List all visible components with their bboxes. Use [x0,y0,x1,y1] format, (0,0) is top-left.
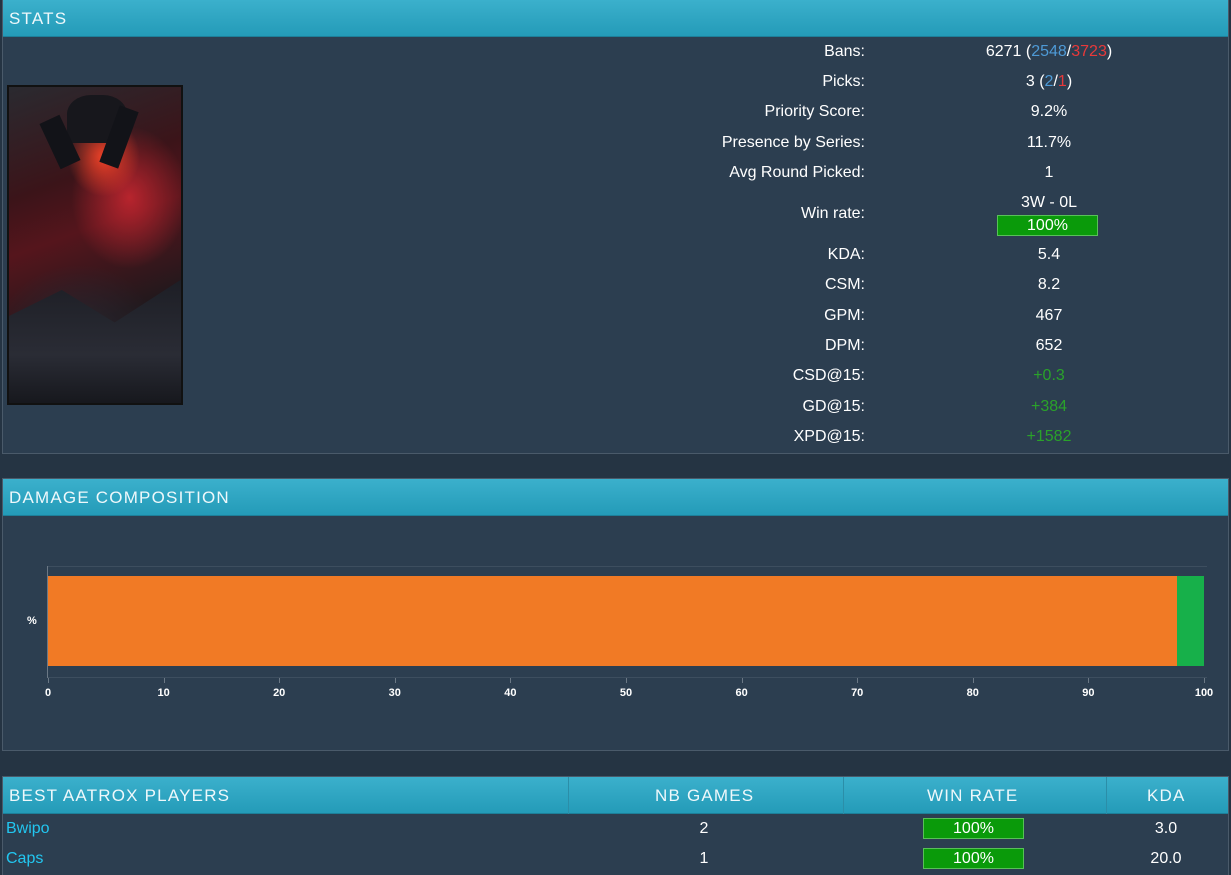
dpm-label: DPM: [825,337,865,354]
x-tick-label: 70 [851,687,864,699]
bans-red: 3723 [1071,43,1107,60]
x-tick-mark [972,678,974,683]
x-tick-mark [857,678,859,683]
col-nb-games[interactable]: NB GAMES [655,777,754,814]
x-tick-label: 100 [1194,687,1214,699]
stat-row-avg-round: Avg Round Picked: 1 [3,160,1230,186]
players-header: BEST AATROX PLAYERS NB GAMES WIN RATE KD… [3,777,1228,814]
player-winrate-bar: 100% [923,818,1024,839]
picks-red: 1 [1057,73,1067,90]
x-tick-mark [626,678,627,683]
x-tick-label: 90 [1082,687,1095,699]
stats-panel: STATS Bans: 6271 (2548/3723) Picks: 3 (2… [2,0,1229,454]
gd15-label: GD@15: [802,398,865,415]
x-tick-label: 80 [966,687,979,699]
csd15-value: +0.3 [1033,367,1065,384]
stat-row-gpm: GPM: 467 [3,303,1230,329]
stat-row-picks: Picks: 3 (2/1) [3,69,1230,95]
bans-label: Bans: [824,43,865,60]
kda-value: 5.4 [1037,246,1061,263]
stat-row-presence: Presence by Series: 11.7% [3,130,1230,156]
y-axis-line [47,566,48,678]
damage-bar-segment-2 [1177,576,1204,666]
x-tick-mark [394,678,396,683]
xpd15-value: +1582 [1026,428,1072,445]
xpd15-label: XPD@15: [793,428,865,445]
col-win-rate[interactable]: WIN RATE [927,777,1018,814]
stat-row-csd15: CSD@15: +0.3 [3,363,1230,389]
presence-label: Presence by Series: [721,134,865,151]
x-tick-label: 30 [388,687,401,699]
x-tick-mark [163,678,165,683]
x-tick-label: 20 [273,687,286,699]
header-divider [843,777,844,814]
x-tick-label: 10 [157,687,170,699]
winrate-record: 3W - 0L [1020,194,1077,211]
picks-label: Picks: [822,73,865,90]
gpm-value: 467 [1035,307,1063,324]
stat-row-priority: Priority Score: 9.2% [3,99,1230,125]
x-tick-mark [510,678,512,683]
kda-label: KDA: [827,246,865,263]
x-tick-mark [1204,678,1205,683]
x-tick-label: 0 [44,687,52,699]
stat-row-csm: CSM: 8.2 [3,272,1230,298]
table-row: Caps 1 100% 20.0 [3,844,1230,874]
x-tick-label: 60 [735,687,748,699]
damage-composition-panel: DAMAGE COMPOSITION % 0 10 20 30 40 50 60 70 80 90… [2,478,1229,751]
bans-value: 6271 (2548/3723) [985,43,1113,60]
x-tick-mark [1088,678,1090,683]
bans-total: 6271 [985,43,1022,60]
picks-blue: 2 [1044,73,1054,90]
gd15-value: +384 [1030,398,1068,415]
csd15-label: CSD@15: [792,367,865,384]
player-link-caps[interactable]: Caps [6,850,43,868]
x-tick-label: 50 [619,687,633,699]
player-kda: 20.0 [1150,850,1182,867]
best-players-panel: BEST AATROX PLAYERS NB GAMES WIN RATE KD… [2,776,1229,875]
csm-label: CSM: [825,276,865,293]
priority-value: 9.2% [1030,103,1068,120]
x-tick-mark [741,678,743,683]
player-kda: 3.0 [1154,820,1178,837]
col-kda[interactable]: KDA [1147,777,1186,814]
picks-total: 3 [1025,73,1035,90]
player-winrate-bar: 100% [923,848,1024,869]
csm-value: 8.2 [1037,276,1061,293]
header-divider [1106,777,1107,814]
stat-row-kda: KDA: 5.4 [3,242,1230,268]
stat-row-gd15: GD@15: +384 [3,394,1230,420]
player-link-bwipo[interactable]: Bwipo [6,820,50,838]
priority-label: Priority Score: [764,103,865,120]
stat-row-dpm: DPM: 652 [3,333,1230,359]
stat-row-bans: Bans: 6271 (2548/3723) [3,39,1230,65]
picks-value: 3 (2/1) [1025,73,1073,90]
table-row: Bwipo 2 100% 3.0 [3,814,1230,844]
winrate-bar: 100% [997,215,1098,236]
stat-row-record: 3W - 0L [3,190,1230,216]
x-tick-mark [279,678,281,683]
player-games: 1 [699,850,709,867]
avg-round-label: Avg Round Picked: [729,164,865,181]
avg-round-value: 1 [1044,164,1054,181]
dpm-value: 652 [1035,337,1063,354]
players-title: BEST AATROX PLAYERS [9,786,231,805]
x-tick-label: 40 [504,687,517,699]
stats-header: STATS [3,0,1228,37]
player-games: 2 [699,820,709,837]
header-divider [568,777,569,814]
x-tick-mark [48,678,49,683]
damage-bar-segment-1 [48,576,1178,666]
y-axis-category-label: % [27,615,37,627]
presence-value: 11.7% [1026,134,1072,151]
stat-row-xpd15: XPD@15: +1582 [3,424,1230,450]
bans-blue: 2548 [1031,43,1067,60]
gpm-label: GPM: [824,307,865,324]
damage-header: DAMAGE COMPOSITION [3,479,1228,516]
